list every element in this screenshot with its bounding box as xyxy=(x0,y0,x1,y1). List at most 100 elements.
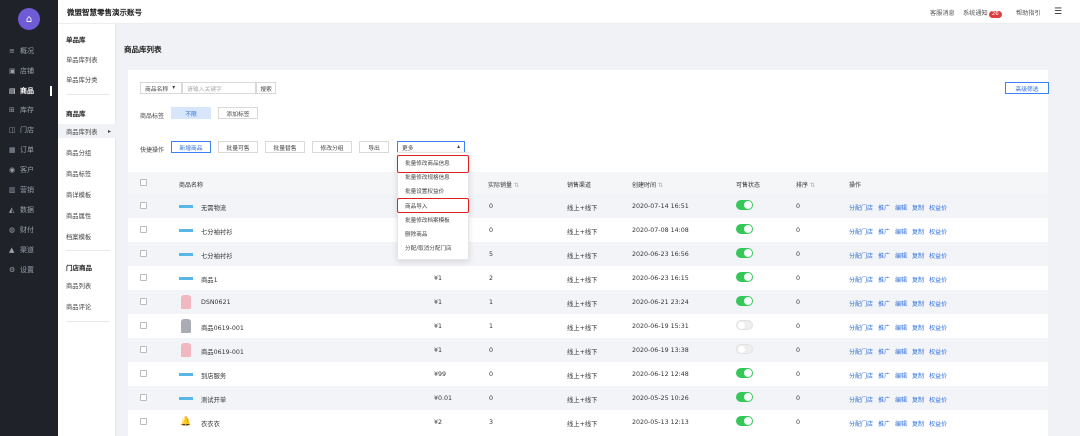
sellable-toggle[interactable] xyxy=(736,248,753,258)
row-action-link[interactable]: 推广 xyxy=(878,205,890,212)
row-action-link[interactable]: 分配门店 xyxy=(849,205,873,212)
product-name[interactable]: 商品1 xyxy=(201,275,218,284)
sellable-toggle[interactable] xyxy=(736,392,753,402)
row-action-link[interactable]: 分配门店 xyxy=(849,301,873,308)
row-action-link[interactable]: 分配门店 xyxy=(849,397,873,404)
search-button[interactable]: 搜索 xyxy=(256,82,276,94)
row-action-link[interactable]: 编辑 xyxy=(895,253,907,260)
tag-all-button[interactable]: 不限 xyxy=(171,107,211,119)
row-action-link[interactable]: 权益价 xyxy=(929,277,947,284)
row-action-link[interactable]: 权益价 xyxy=(929,325,947,332)
row-action-link[interactable]: 推广 xyxy=(878,277,890,284)
row-checkbox[interactable] xyxy=(140,370,147,377)
row-action-link[interactable]: 复制 xyxy=(912,277,924,284)
row-checkbox[interactable] xyxy=(140,418,147,425)
row-action-link[interactable]: 分配门店 xyxy=(849,229,873,236)
product-name[interactable]: 测试开单 xyxy=(201,395,226,404)
col-created[interactable]: 创建时间 ⇅ xyxy=(632,180,663,189)
nav-item[interactable]: ◭ 数据 xyxy=(0,203,58,217)
nav-item[interactable]: ◉ 客户 xyxy=(0,163,58,177)
nav-item[interactable]: ◫ 门店 xyxy=(0,123,58,137)
row-action-link[interactable]: 复制 xyxy=(912,229,924,236)
sellable-toggle[interactable] xyxy=(736,344,753,354)
batch-sellable-button[interactable]: 批量可售 xyxy=(218,141,258,153)
row-action-link[interactable]: 编辑 xyxy=(895,277,907,284)
row-checkbox[interactable] xyxy=(140,322,147,329)
row-action-link[interactable]: 复制 xyxy=(912,421,924,428)
help-guide-link[interactable]: 帮助指引 xyxy=(1016,8,1041,17)
row-action-link[interactable]: 权益价 xyxy=(929,229,947,236)
col-sort[interactable]: 排序 ⇅ xyxy=(796,180,815,189)
row-action-link[interactable]: 推广 xyxy=(878,373,890,380)
batch-unsellable-button[interactable]: 批量替售 xyxy=(265,141,305,153)
product-name[interactable]: 无需物流 xyxy=(201,203,226,212)
row-action-link[interactable]: 推广 xyxy=(878,397,890,404)
row-action-link[interactable]: 权益价 xyxy=(929,373,947,380)
search-input[interactable]: 请输入关键字 xyxy=(182,82,256,94)
row-action-link[interactable]: 复制 xyxy=(912,205,924,212)
row-action-link[interactable]: 编辑 xyxy=(895,349,907,356)
row-action-link[interactable]: 权益价 xyxy=(929,397,947,404)
product-name[interactable]: 七分袖衬衫 xyxy=(201,251,232,260)
col-sold[interactable]: 实际销量 ⇅ xyxy=(488,180,519,189)
row-checkbox[interactable] xyxy=(140,226,147,233)
row-action-link[interactable]: 复制 xyxy=(912,325,924,332)
product-name[interactable]: 商品0619-001 xyxy=(201,323,244,332)
nav-item[interactable]: ≡ 概况 xyxy=(0,44,58,58)
row-action-link[interactable]: 推广 xyxy=(878,349,890,356)
sellable-toggle[interactable] xyxy=(736,200,753,210)
dropdown-item-delete[interactable]: 删除商品 xyxy=(398,228,470,240)
row-action-link[interactable]: 编辑 xyxy=(895,205,907,212)
hamburger-menu-icon[interactable]: ☰ xyxy=(1054,7,1062,17)
add-tag-button[interactable]: 添加标签 xyxy=(218,107,258,119)
row-action-link[interactable]: 推广 xyxy=(878,229,890,236)
row-action-link[interactable]: 编辑 xyxy=(895,397,907,404)
nav-item[interactable]: ▣ 店铺 xyxy=(0,64,58,78)
subnav-item[interactable]: 商品分组 xyxy=(58,145,116,159)
row-action-link[interactable]: 权益价 xyxy=(929,349,947,356)
product-name[interactable]: DSN0621 xyxy=(201,299,231,306)
row-checkbox[interactable] xyxy=(140,346,147,353)
row-action-link[interactable]: 分配门店 xyxy=(849,349,873,356)
subnav-item[interactable]: 商品评论 xyxy=(58,299,116,313)
row-checkbox[interactable] xyxy=(140,202,147,209)
select-all-checkbox[interactable] xyxy=(140,179,147,186)
subnav-item-product-list[interactable]: 商品库列表 xyxy=(58,124,116,138)
subnav-item[interactable]: 档案模板 xyxy=(58,229,116,243)
system-notice-link[interactable]: 系统通知 26 xyxy=(963,8,1002,18)
dropdown-item-batch-template[interactable]: 批量修改档案模板 xyxy=(398,214,470,226)
row-checkbox[interactable] xyxy=(140,298,147,305)
dropdown-item-batch-price[interactable]: 批量设置权益价 xyxy=(398,185,470,197)
row-action-link[interactable]: 权益价 xyxy=(929,421,947,428)
row-action-link[interactable]: 编辑 xyxy=(895,229,907,236)
product-name[interactable]: 到店服务 xyxy=(201,371,226,380)
nav-item[interactable]: ◍ 财付 xyxy=(0,223,58,237)
search-field-select[interactable]: 商品名称 ▾ xyxy=(140,82,182,94)
row-action-link[interactable]: 编辑 xyxy=(895,325,907,332)
row-action-link[interactable]: 权益价 xyxy=(929,205,947,212)
subnav-item[interactable]: 商品列表 xyxy=(58,278,116,292)
row-action-link[interactable]: 复制 xyxy=(912,253,924,260)
row-action-link[interactable]: 复制 xyxy=(912,373,924,380)
row-checkbox[interactable] xyxy=(140,274,147,281)
subnav-item[interactable]: 单品库列表 xyxy=(58,52,116,66)
row-action-link[interactable]: 推广 xyxy=(878,253,890,260)
row-action-link[interactable]: 分配门店 xyxy=(849,325,873,332)
row-action-link[interactable]: 权益价 xyxy=(929,301,947,308)
service-message-link[interactable]: 客服消息 xyxy=(930,8,955,17)
nav-item[interactable]: ⚙ 设置 xyxy=(0,263,58,277)
row-action-link[interactable]: 权益价 xyxy=(929,253,947,260)
row-action-link[interactable]: 推广 xyxy=(878,421,890,428)
app-logo-icon[interactable]: ⌂ xyxy=(18,8,40,30)
export-button[interactable]: 导出 xyxy=(359,141,389,153)
nav-item[interactable]: ▥ 营销 xyxy=(0,183,58,197)
advanced-filter-button[interactable]: 高级筛选 xyxy=(1005,82,1049,94)
subnav-item[interactable]: 单品库分类 xyxy=(58,72,116,86)
subnav-item[interactable]: 商品属性 xyxy=(58,208,116,222)
product-name[interactable]: 衣衣衣 xyxy=(201,419,220,428)
dropdown-item-assign-store[interactable]: 分配/取消分配门店 xyxy=(398,242,470,254)
sellable-toggle[interactable] xyxy=(736,296,753,306)
row-action-link[interactable]: 分配门店 xyxy=(849,253,873,260)
nav-item[interactable]: ▲ 渠道 xyxy=(0,243,58,257)
subnav-item[interactable]: 商详模板 xyxy=(58,187,116,201)
